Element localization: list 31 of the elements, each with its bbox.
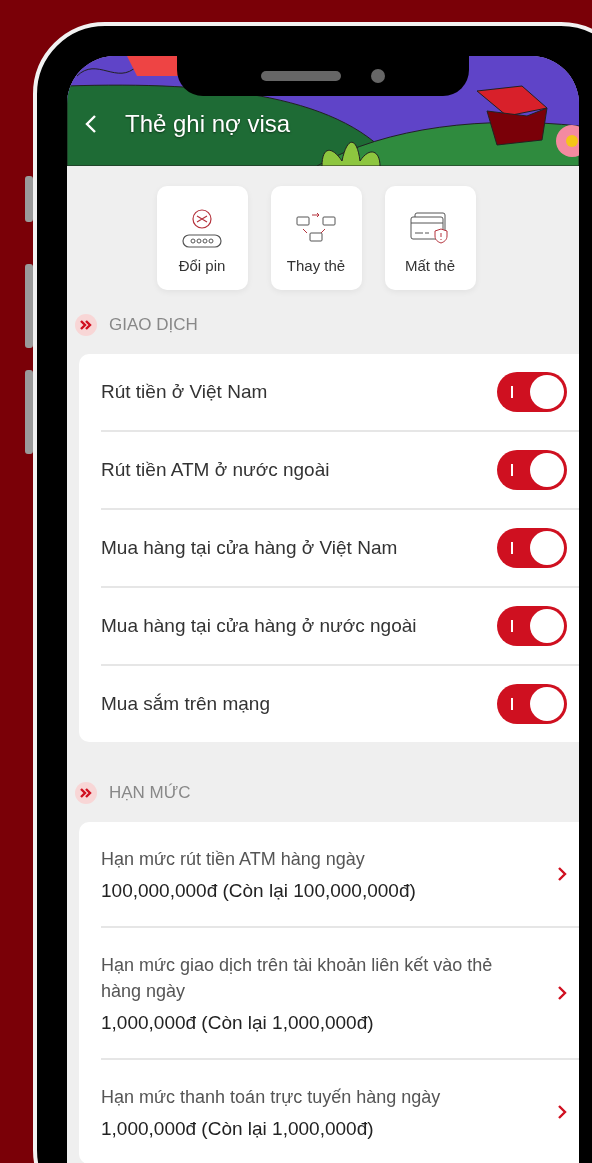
action-tile[interactable]: Mất thẻ — [384, 186, 476, 290]
limit-value: 1,000,000đ (Còn lại 1,000,000đ) — [101, 1118, 375, 1141]
chevron-right-icon[interactable] — [557, 1104, 567, 1121]
toggle-switch[interactable] — [497, 528, 567, 568]
setting-label: Rút tiền ở Việt Nam — [101, 381, 268, 403]
camera-dot-icon — [371, 69, 385, 83]
setting-label: Mua hàng tại cửa hàng ở Việt Nam — [101, 537, 398, 559]
action-tile[interactable]: Đổi pin — [156, 186, 248, 290]
section-title: HẠN MỨC — [109, 783, 191, 803]
limit-label: Hạn mức giao dịch trên tài khoản liên kết vào thẻ hàng ngày — [101, 954, 494, 1004]
setting-label: Rút tiền ATM ở nước ngoài — [101, 459, 330, 481]
limit-label: Hạn mức rút tiền ATM hàng ngày — [101, 848, 366, 871]
back-chevron-icon[interactable] — [85, 114, 97, 134]
chevron-right-icon[interactable] — [557, 985, 567, 1002]
toggle-switch[interactable] — [497, 450, 567, 490]
limit-value: 1,000,000đ (Còn lại 1,000,000đ) — [101, 1012, 375, 1035]
keypad-shuffle-icon — [179, 208, 225, 249]
toggle-switch[interactable] — [497, 684, 567, 724]
double-chevron-icon — [75, 782, 97, 804]
setting-label: Mua sắm trên mạng — [101, 693, 270, 715]
toggle-switch[interactable] — [497, 606, 567, 646]
screen-title: Thẻ ghi nợ visa — [125, 110, 291, 138]
limit-value: 100,000,000đ (Còn lại 100,000,000đ) — [101, 880, 417, 903]
section-title: GIAO DỊCH — [109, 315, 198, 335]
toggle-switch[interactable] — [497, 372, 567, 412]
action-tile[interactable]: Thay thẻ — [270, 186, 362, 290]
setting-label: Mua hàng tại cửa hàng ở nước ngoài — [101, 615, 417, 637]
speaker-grille-icon — [261, 71, 341, 81]
double-chevron-icon — [75, 314, 97, 336]
chevron-right-icon[interactable] — [557, 866, 567, 883]
limit-label: Hạn mức thanh toán trực tuyến hàng ngày — [101, 1086, 442, 1110]
